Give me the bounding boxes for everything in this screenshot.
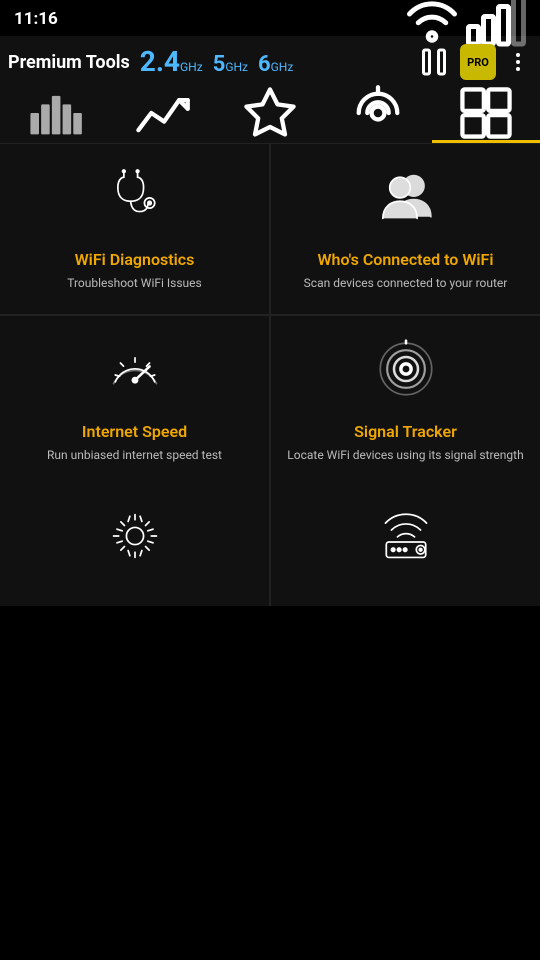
more-dot-1 bbox=[516, 53, 520, 57]
trend-icon bbox=[132, 83, 192, 149]
tab-grid[interactable] bbox=[432, 88, 540, 143]
status-time: 11:16 bbox=[14, 9, 58, 29]
frequency-group: 2.4 GHz 5 GHz 6 GHz bbox=[140, 48, 416, 77]
tab-trend[interactable] bbox=[108, 88, 216, 143]
internet-speed-cell[interactable]: Internet Speed Run unbiased internet spe… bbox=[0, 316, 269, 486]
toolbar: Premium Tools 2.4 GHz 5 GHz 6 GHz PRO bbox=[0, 36, 540, 88]
internet-speed-title: Internet Speed bbox=[82, 422, 187, 441]
wifi-diagnostics-desc: Troubleshoot WiFi Issues bbox=[67, 275, 201, 292]
pause-icon bbox=[416, 32, 452, 92]
bottom-row bbox=[0, 486, 540, 606]
whos-connected-cell[interactable]: Who's Connected to WiFi Scan devices con… bbox=[271, 144, 540, 314]
freq-2-4-unit: GHz bbox=[180, 60, 203, 74]
status-bar: 11:16 bbox=[0, 0, 540, 36]
signal-rings-icon bbox=[376, 339, 436, 408]
speedometer-icon bbox=[105, 339, 165, 408]
freq-5-unit: GHz bbox=[225, 60, 248, 74]
signal-tracker-title: Signal Tracker bbox=[354, 422, 457, 441]
pause-button[interactable] bbox=[416, 44, 452, 80]
main-grid: WiFi Diagnostics Troubleshoot WiFi Issue… bbox=[0, 144, 540, 486]
pro-badge[interactable]: PRO bbox=[460, 44, 496, 80]
grid-icon bbox=[456, 83, 516, 149]
freq-5: 5 GHz bbox=[213, 52, 248, 77]
toolbar-actions: PRO bbox=[416, 44, 532, 80]
stethoscope-icon bbox=[105, 167, 165, 236]
nav-tabs bbox=[0, 88, 540, 144]
more-dot-2 bbox=[516, 60, 520, 64]
router-settings-cell[interactable] bbox=[271, 486, 540, 606]
internet-speed-desc: Run unbiased internet speed test bbox=[47, 447, 222, 464]
bar-chart-icon bbox=[24, 83, 84, 149]
wifi-diagnostics-cell[interactable]: WiFi Diagnostics Troubleshoot WiFi Issue… bbox=[0, 144, 269, 314]
people-svg bbox=[376, 167, 436, 227]
freq-5-num: 5 bbox=[213, 52, 226, 77]
signal-status-icon bbox=[466, 0, 526, 49]
signal-tracker-desc: Locate WiFi devices using its signal str… bbox=[287, 447, 523, 464]
app-title: Premium Tools bbox=[8, 52, 130, 73]
wifi-diagnostics-title: WiFi Diagnostics bbox=[75, 250, 195, 269]
freq-6-unit: GHz bbox=[271, 60, 294, 74]
star-icon bbox=[240, 83, 300, 149]
people-icon bbox=[376, 167, 436, 236]
freq-6-num: 6 bbox=[258, 52, 271, 77]
more-dot-3 bbox=[516, 67, 520, 71]
settings-cell[interactable] bbox=[0, 486, 269, 606]
gear-icon bbox=[105, 506, 165, 570]
freq-2-4-num: 2.4 bbox=[140, 48, 180, 76]
signal-tracker-cell[interactable]: Signal Tracker Locate WiFi devices using… bbox=[271, 316, 540, 486]
router-gear-icon bbox=[376, 506, 436, 570]
whos-connected-desc: Scan devices connected to your router bbox=[304, 275, 508, 292]
more-button[interactable] bbox=[504, 44, 532, 80]
tab-bar-chart[interactable] bbox=[0, 88, 108, 143]
whos-connected-title: Who's Connected to WiFi bbox=[318, 250, 494, 269]
radar-icon bbox=[348, 83, 408, 149]
freq-6: 6 GHz bbox=[258, 52, 293, 77]
tab-star[interactable] bbox=[216, 88, 324, 143]
freq-2-4: 2.4 GHz bbox=[140, 48, 203, 76]
tab-radar[interactable] bbox=[324, 88, 432, 143]
